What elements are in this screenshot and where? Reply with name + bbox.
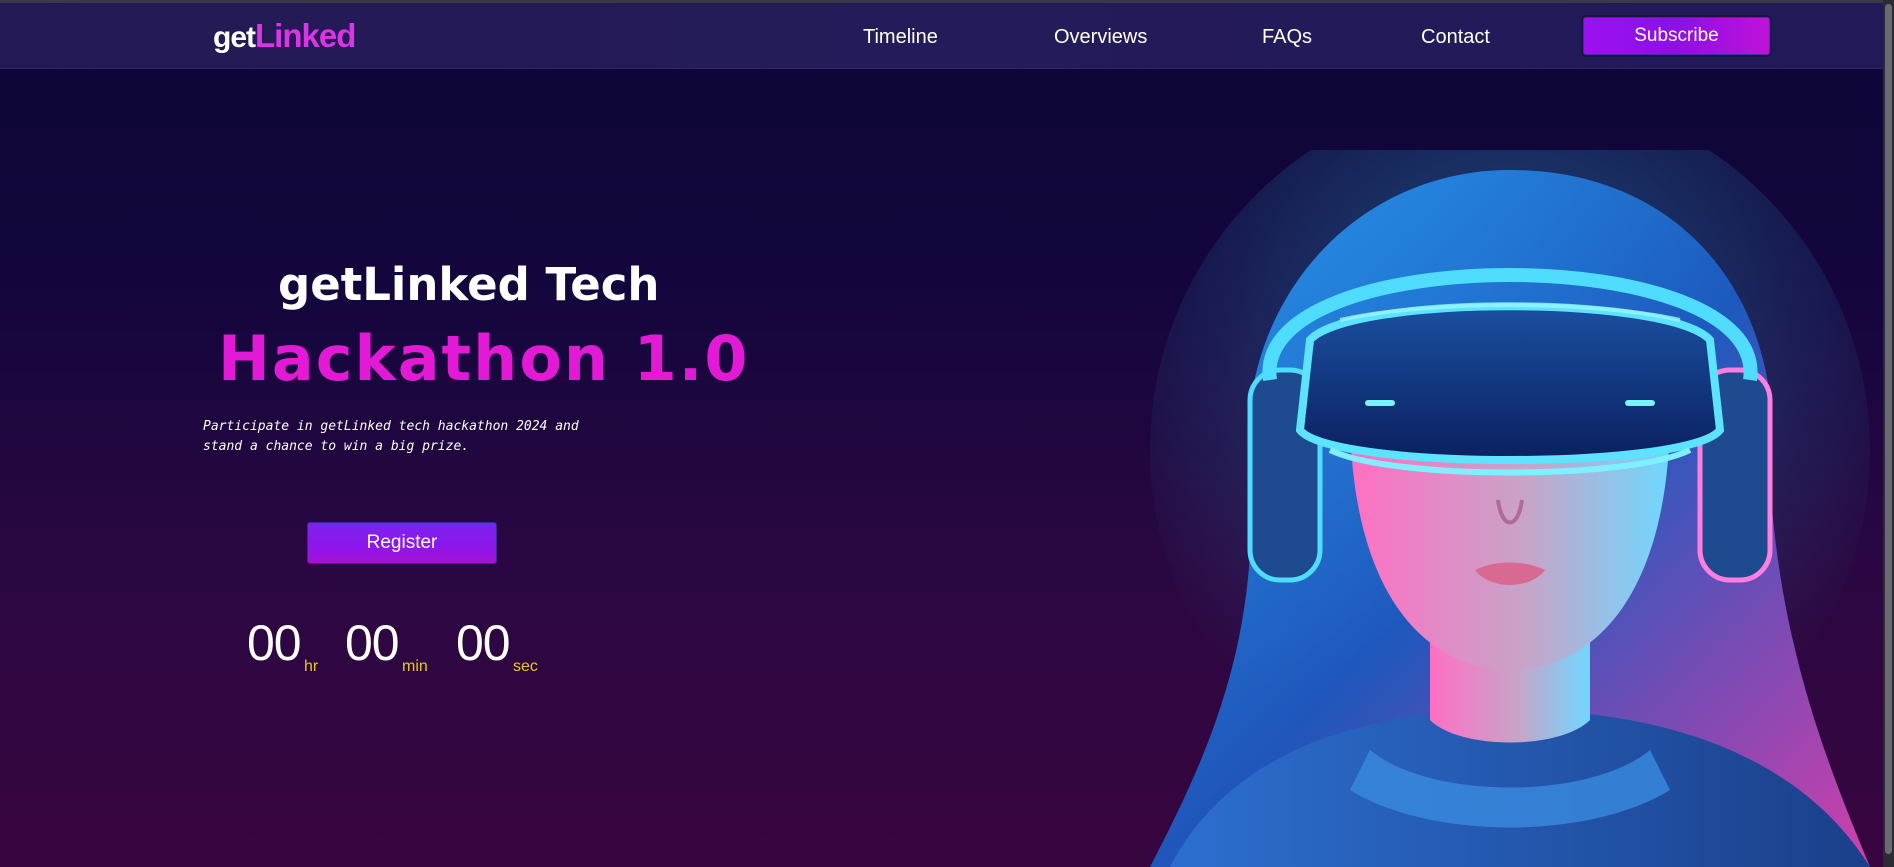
nav-overviews[interactable]: Overviews [1054, 26, 1147, 49]
countdown-seconds-unit: sec [513, 658, 538, 675]
hero-title-line2: Hackathon 1.0 [218, 322, 750, 395]
vr-headset-girl-illustration [1150, 150, 1870, 867]
site-header: getLinked Timeline Overviews FAQs Contac… [0, 3, 1883, 69]
countdown-seconds-value: 00 [456, 615, 511, 671]
countdown-minutes-unit: min [402, 658, 428, 675]
countdown-hours-value: 00 [247, 615, 302, 671]
countdown-hours-unit: hr [304, 658, 319, 675]
page-scrollbar[interactable] [1883, 0, 1894, 867]
nav-contact[interactable]: Contact [1421, 26, 1490, 49]
site-logo[interactable]: getLinked [213, 17, 356, 55]
subscribe-button[interactable]: Subscribe [1581, 15, 1772, 57]
countdown-minutes: 00 min [345, 614, 428, 675]
register-button[interactable]: Register [307, 522, 497, 564]
countdown-minutes-value: 00 [345, 615, 400, 671]
hero-title-line1: getLinked Tech [278, 258, 660, 311]
logo-linked-text: Linked [255, 17, 356, 54]
nav-timeline[interactable]: Timeline [863, 26, 938, 49]
countdown-hours: 00 hr [247, 614, 318, 675]
nav-faqs[interactable]: FAQs [1262, 26, 1312, 49]
hero-description: Participate in getLinked tech hackathon … [203, 419, 579, 454]
scrollbar-thumb[interactable] [1885, 4, 1892, 854]
countdown-seconds: 00 sec [456, 614, 538, 675]
logo-get-text: get [213, 21, 256, 54]
